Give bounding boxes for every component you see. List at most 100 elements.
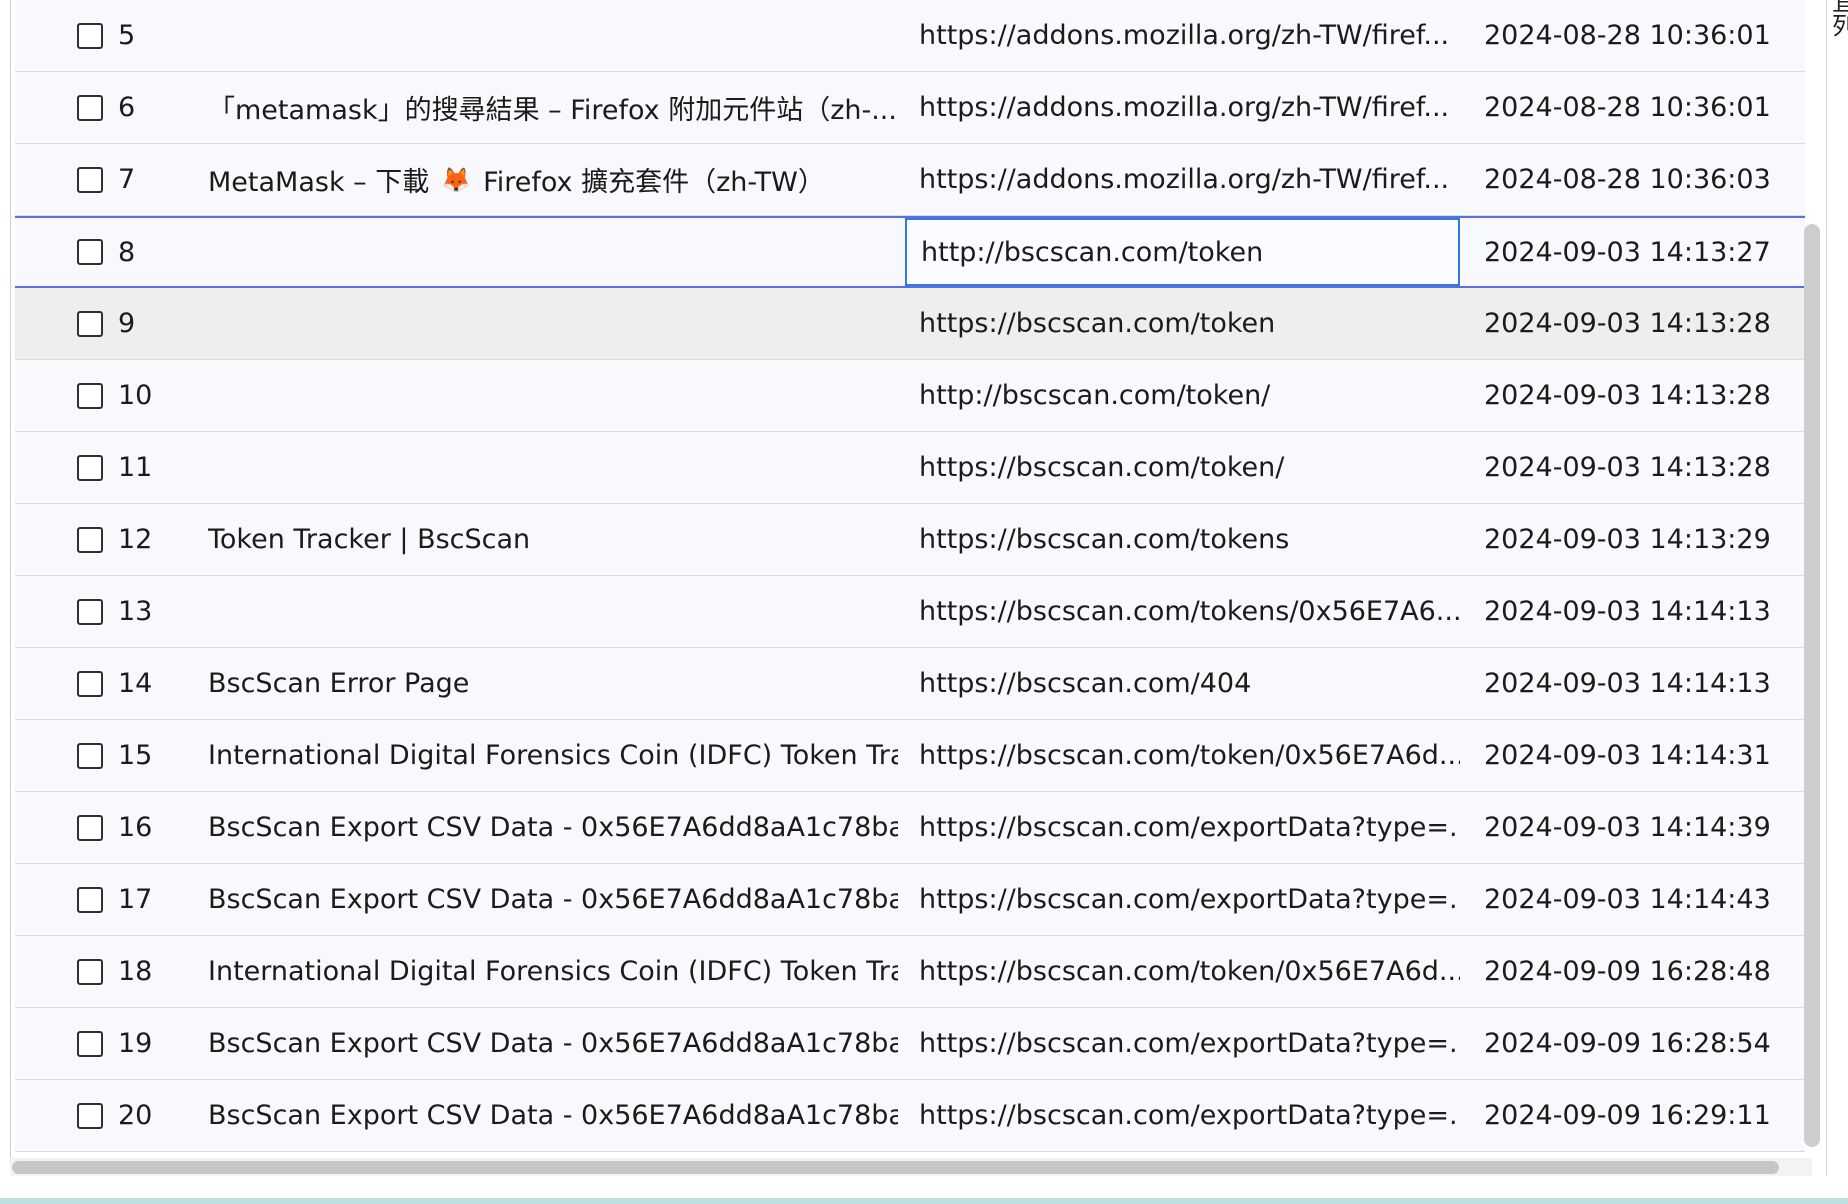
row-checkbox[interactable] [77,814,103,841]
visit-time-cell[interactable]: 2024-09-09 16:28:48 [1484,936,1804,1007]
page-title-cell[interactable] [208,0,898,71]
row-checkbox[interactable] [77,598,103,625]
page-title-cell[interactable] [208,360,898,431]
table-row[interactable]: 10 http://bscscan.com/token/2024-09-03 14… [15,360,1805,432]
table-row[interactable]: 18 International Digital Forensics Coin (… [15,936,1805,1008]
visit-time-cell[interactable]: 2024-09-03 14:13:28 [1484,360,1804,431]
visit-time-cell[interactable]: 2024-09-03 14:14:31 [1484,720,1804,791]
visit-time-cell[interactable]: 2024-09-03 14:14:43 [1484,864,1804,935]
row-checkbox[interactable] [77,742,103,769]
table-row[interactable]: 9 https://bscscan.com/token 2024-09-03 14:… [15,288,1805,360]
table-row[interactable]: 11 https://bscscan.com/token/2024-09-03 1… [15,432,1805,504]
vertical-scrollbar-thumb[interactable] [1804,224,1820,1147]
row-checkbox[interactable] [77,958,103,985]
table-row[interactable]: 19 BscScan Export CSV Data - 0x56E7A6dd8a… [15,1008,1805,1080]
row-checkbox-cell[interactable] [77,792,117,863]
url-cell[interactable]: http://bscscan.com/token/ [905,360,1460,431]
row-checkbox-cell[interactable] [77,144,117,215]
visit-time-cell[interactable]: 2024-09-03 14:14:13 [1484,648,1804,719]
table-row[interactable]: 5 https://addons.mozilla.org/zh-TW/firef.… [15,0,1805,72]
row-checkbox-cell[interactable] [77,360,117,431]
page-title-cell[interactable]: BscScan Error Page [208,648,898,719]
horizontal-scrollbar-thumb[interactable] [12,1161,1779,1174]
page-title-cell[interactable] [208,218,898,286]
row-checkbox-cell[interactable] [77,1008,117,1079]
row-checkbox-cell[interactable] [77,648,117,719]
visit-time-cell[interactable]: 2024-09-09 16:28:54 [1484,1008,1804,1079]
row-checkbox-cell[interactable] [77,288,117,359]
url-cell[interactable]: https://addons.mozilla.org/zh-TW/firef..… [905,144,1460,215]
url-cell[interactable]: https://bscscan.com/exportData?type=... [905,792,1460,863]
table-row[interactable]: 15 International Digital Forensics Coin (… [15,720,1805,792]
row-checkbox-cell[interactable] [77,864,117,935]
page-title-cell[interactable]: International Digital Forensics Coin (ID… [208,720,898,791]
url-cell[interactable]: https://addons.mozilla.org/zh-TW/firef..… [905,72,1460,143]
table-row[interactable]: 17 BscScan Export CSV Data - 0x56E7A6dd8a… [15,864,1805,936]
visit-time-cell[interactable]: 2024-09-03 14:14:13 [1484,576,1804,647]
row-checkbox[interactable] [77,1102,103,1129]
row-checkbox-cell[interactable] [77,1080,117,1151]
row-checkbox-cell[interactable] [77,720,117,791]
url-cell[interactable]: https://bscscan.com/tokens/0x56E7A6... [905,576,1460,647]
row-checkbox[interactable] [77,22,103,49]
url-cell[interactable]: https://bscscan.com/404 [905,648,1460,719]
url-cell[interactable]: https://bscscan.com/exportData?type=... [905,1008,1460,1079]
page-title-cell[interactable]: 「metamask」的搜尋結果 – Firefox 附加元件站（zh-... [208,72,898,143]
visit-time-cell[interactable]: 2024-09-03 14:14:39 [1484,792,1804,863]
visit-time-cell[interactable]: 2024-08-28 10:36:03 [1484,144,1804,215]
url-cell[interactable]: https://bscscan.com/token/ [905,432,1460,503]
row-checkbox-cell[interactable] [77,72,117,143]
url-cell[interactable]: https://bscscan.com/tokens [905,504,1460,575]
page-title-cell[interactable]: BscScan Export CSV Data - 0x56E7A6dd8aA1… [208,1008,898,1079]
table-row[interactable]: 20 BscScan Export CSV Data - 0x56E7A6dd8a… [15,1080,1805,1152]
visit-time-cell[interactable]: 2024-09-03 14:13:28 [1484,432,1804,503]
visit-time-cell[interactable]: 2024-09-03 14:13:27 [1484,218,1804,286]
row-number: 7 [118,164,136,195]
visit-time-cell[interactable]: 2024-09-03 14:13:29 [1484,504,1804,575]
page-title-cell[interactable] [208,576,898,647]
visit-time-cell[interactable]: 2024-09-09 16:29:11 [1484,1080,1804,1151]
page-title-cell[interactable]: International Digital Forensics Coin (ID… [208,936,898,1007]
row-checkbox[interactable] [77,166,103,193]
table-row[interactable]: 7 MetaMask – 下載 🦊 Firefox 擴充套件（zh-TW） https:… [15,144,1805,216]
row-checkbox-cell[interactable] [77,0,117,71]
row-checkbox-cell[interactable] [77,504,117,575]
table-row[interactable]: 16 BscScan Export CSV Data - 0x56E7A6dd8a… [15,792,1805,864]
row-checkbox[interactable] [77,454,103,481]
row-checkbox[interactable] [77,94,103,121]
table-row[interactable]: 12 Token Tracker | BscScan https://bscscan… [15,504,1805,576]
page-title-cell[interactable]: MetaMask – 下載 🦊 Firefox 擴充套件（zh-TW） [208,144,898,215]
row-checkbox-cell[interactable] [77,576,117,647]
url-cell[interactable]: https://bscscan.com/exportData?type=... [905,864,1460,935]
row-checkbox-cell[interactable] [77,936,117,1007]
visit-time-cell[interactable]: 2024-09-03 14:13:28 [1484,288,1804,359]
table-row[interactable]: 6 「metamask」的搜尋結果 – Firefox 附加元件站（zh-... h… [15,72,1805,144]
page-title-cell[interactable] [208,288,898,359]
page-title-cell[interactable]: BscScan Export CSV Data - 0x56E7A6dd8aA1… [208,864,898,935]
table-row[interactable]: 13 https://bscscan.com/tokens/0x56E7A6...… [15,576,1805,648]
row-checkbox[interactable] [77,310,103,337]
row-checkbox[interactable] [77,239,103,265]
page-title-cell[interactable]: BscScan Export CSV Data - 0x56E7A6dd8aA1… [208,1080,898,1151]
url-cell[interactable]: http://bscscan.com/token [905,218,1460,286]
row-checkbox-cell[interactable] [77,432,117,503]
url-cell[interactable]: https://bscscan.com/exportData?type=... [905,1080,1460,1151]
row-checkbox[interactable] [77,526,103,553]
row-checkbox[interactable] [77,382,103,409]
row-checkbox[interactable] [77,1030,103,1057]
url-cell[interactable]: https://addons.mozilla.org/zh-TW/firef..… [905,0,1460,71]
visit-time-cell[interactable]: 2024-08-28 10:36:01 [1484,0,1804,71]
table-row[interactable]: 14 BscScan Error Page https://bscscan.com/… [15,648,1805,720]
page-title-text: Firefox 擴充套件（zh-TW） [483,167,825,198]
page-title-cell[interactable]: Token Tracker | BscScan [208,504,898,575]
url-cell[interactable]: https://bscscan.com/token/0x56E7A6d... [905,936,1460,1007]
table-row[interactable]: 8 http://bscscan.com/token 2024-09-03 14:1… [15,216,1805,288]
visit-time-cell[interactable]: 2024-08-28 10:36:01 [1484,72,1804,143]
page-title-cell[interactable] [208,432,898,503]
row-checkbox-cell[interactable] [77,218,117,286]
url-cell[interactable]: https://bscscan.com/token/0x56E7A6d... [905,720,1460,791]
row-checkbox[interactable] [77,670,103,697]
row-checkbox[interactable] [77,886,103,913]
page-title-cell[interactable]: BscScan Export CSV Data - 0x56E7A6dd8aA1… [208,792,898,863]
url-cell[interactable]: https://bscscan.com/token [905,288,1460,359]
